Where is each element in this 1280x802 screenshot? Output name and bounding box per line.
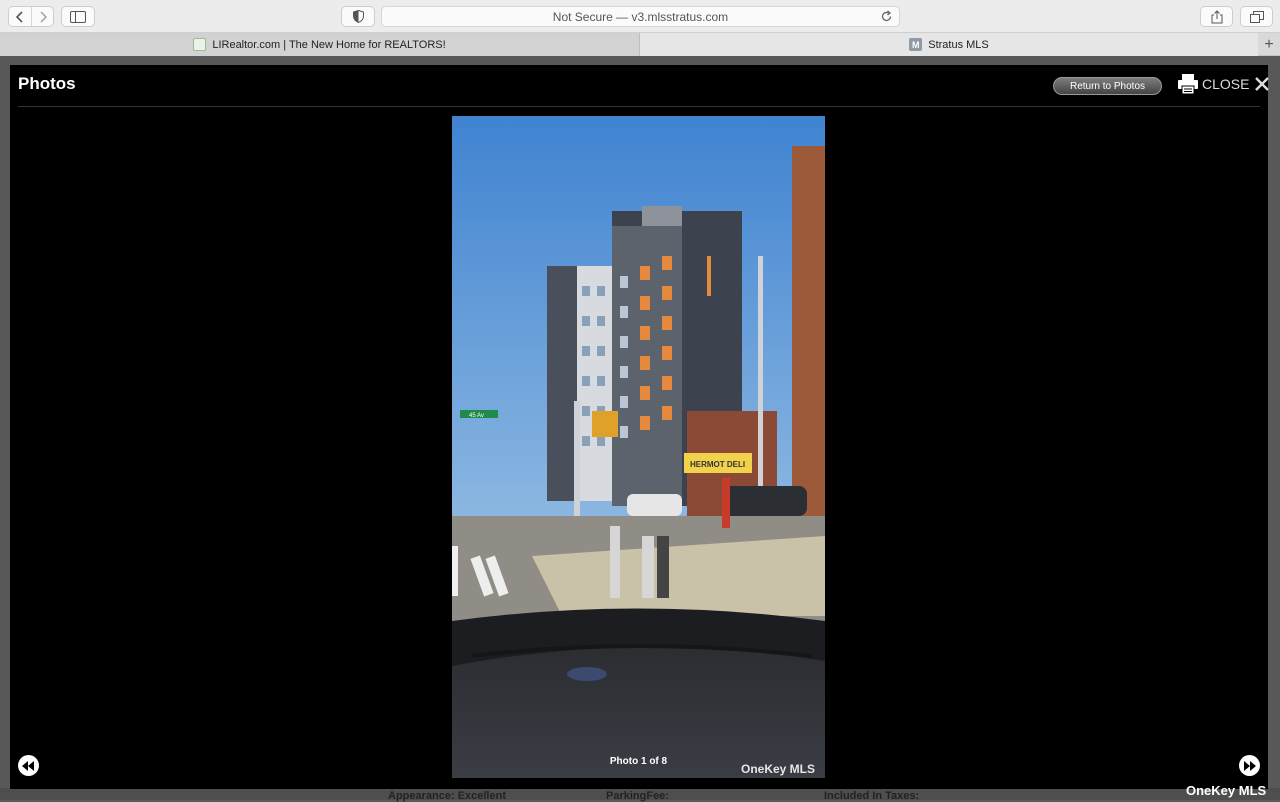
share-icon xyxy=(1211,9,1222,23)
close-button[interactable]: CLOSE xyxy=(1202,76,1270,92)
sidebar-button[interactable] xyxy=(61,6,95,27)
included-in-taxes-label: Included In Taxes: xyxy=(824,790,920,802)
chevron-left-icon xyxy=(16,10,23,23)
store-sign-text: HERMOT DELI xyxy=(690,460,745,469)
parking-fee-label: ParkingFee: xyxy=(606,790,669,802)
photo-watermark: OneKey MLS xyxy=(741,762,816,776)
previous-photo-button[interactable] xyxy=(18,755,39,776)
street-scene-image: HERMOT DELI 45 Av xyxy=(452,116,825,778)
reload-icon[interactable] xyxy=(880,10,893,23)
tab-title: Stratus MLS xyxy=(928,38,989,51)
return-to-photos-button[interactable]: Return to Photos xyxy=(1053,77,1162,95)
nav-buttons xyxy=(8,6,54,27)
address-text: Not Secure — v3.mlsstratus.com xyxy=(552,9,729,24)
back-button[interactable] xyxy=(9,7,31,26)
privacy-report-button[interactable] xyxy=(341,6,375,27)
chevron-right-icon xyxy=(39,10,47,23)
tabs-overview-button[interactable] xyxy=(1240,6,1273,27)
sidebar-icon xyxy=(70,10,86,23)
new-tab-button[interactable]: + xyxy=(1258,33,1280,56)
tab-title: LIRealtor.com | The New Home for REALTOR… xyxy=(212,38,446,51)
appearance-label: Appearance: Excellent xyxy=(388,790,506,802)
close-label: CLOSE xyxy=(1202,76,1250,92)
onekey-brand-watermark: OneKey MLS xyxy=(1186,783,1267,798)
photos-modal: Photos Return to Photos CLOSE HERMOT DEL… xyxy=(10,65,1270,789)
modal-divider xyxy=(18,106,1260,107)
shield-icon xyxy=(352,10,364,23)
tab-stratus-mls[interactable]: M Stratus MLS xyxy=(640,33,1258,56)
modal-title: Photos xyxy=(18,74,76,93)
tab-lirealtor[interactable]: LIRealtor.com | The New Home for REALTOR… xyxy=(0,33,640,56)
share-button[interactable] xyxy=(1200,6,1233,27)
browser-toolbar: Not Secure — v3.mlsstratus.com xyxy=(0,0,1280,33)
address-bar[interactable]: Not Secure — v3.mlsstratus.com xyxy=(381,6,900,27)
forward-button[interactable] xyxy=(31,7,53,26)
listing-photo: HERMOT DELI 45 Av Photo 1 of 8 OneKey ML… xyxy=(452,116,825,778)
street-sign-text: 45 Av xyxy=(469,413,484,419)
lirealtor-favicon-icon xyxy=(193,38,207,51)
stratus-favicon-icon: M xyxy=(909,38,923,51)
printer-icon[interactable] xyxy=(1177,73,1199,95)
rewind-icon xyxy=(22,760,34,771)
close-icon xyxy=(1255,77,1270,91)
next-photo-button[interactable] xyxy=(1239,755,1260,776)
tab-bar: LIRealtor.com | The New Home for REALTOR… xyxy=(0,33,1280,56)
page-behind-details: Appearance: Excellent ParkingFee: Includ… xyxy=(0,788,1280,802)
tabs-overview-icon xyxy=(1249,10,1264,23)
fast-forward-icon xyxy=(1244,760,1256,771)
